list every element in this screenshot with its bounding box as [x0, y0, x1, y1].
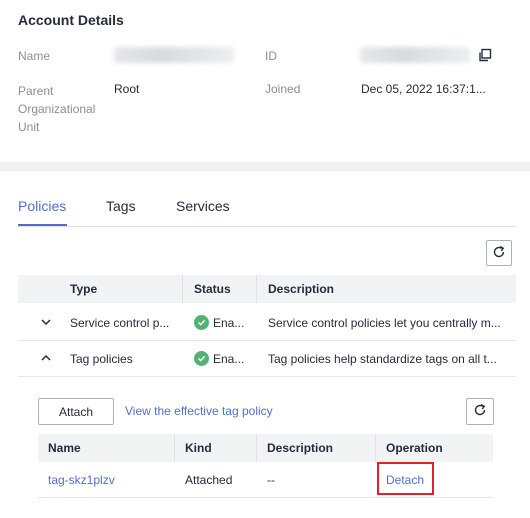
joined-label: Joined: [265, 82, 301, 96]
account-details-title: Account Details: [18, 12, 124, 28]
column-operation: Operation: [386, 441, 443, 455]
policy-description: Service control policies let you central…: [268, 316, 501, 330]
col-sep: [182, 275, 183, 303]
section-divider: [0, 162, 530, 171]
tag-policy-name-link[interactable]: tag-skz1plzv: [48, 473, 115, 487]
chevron-up-icon[interactable]: [40, 352, 52, 364]
tabs-divider: [18, 226, 516, 227]
attach-button[interactable]: Attach: [38, 398, 114, 425]
row-divider: [18, 376, 516, 377]
check-circle-icon: [194, 315, 209, 330]
tab-policies[interactable]: Policies: [18, 198, 66, 214]
row-divider: [18, 340, 516, 341]
policy-type: Tag policies: [70, 352, 133, 366]
column-name: Name: [48, 441, 81, 455]
parent-ou-value: Root: [114, 82, 140, 96]
col-sep: [375, 434, 376, 462]
name-label: Name: [18, 49, 51, 63]
policy-type: Service control p...: [70, 316, 170, 330]
col-sep: [174, 434, 175, 462]
policy-description: Tag policies help standardize tags on al…: [268, 352, 497, 366]
tab-tags[interactable]: Tags: [106, 198, 136, 214]
policy-status: Ena...: [213, 316, 245, 330]
refresh-button[interactable]: [486, 240, 512, 266]
column-status: Status: [194, 282, 231, 296]
column-kind: Kind: [185, 441, 212, 455]
view-effective-tag-policy-link[interactable]: View the effective tag policy: [125, 404, 273, 418]
joined-value: Dec 05, 2022 16:37:1...: [361, 82, 486, 96]
name-value-redacted: [114, 47, 234, 63]
column-type: Type: [70, 282, 98, 296]
tag-policy-kind: Attached: [185, 473, 233, 487]
check-circle-icon: [194, 351, 209, 366]
id-label: ID: [265, 49, 277, 63]
refresh-icon: [492, 245, 506, 262]
policy-status: Ena...: [213, 352, 245, 366]
tag-policy-description: --: [267, 473, 275, 487]
copy-icon[interactable]: [478, 48, 492, 62]
id-value-redacted: [360, 47, 470, 63]
column-description: Description: [267, 441, 334, 455]
column-description: Description: [268, 282, 335, 296]
col-sep: [256, 275, 257, 303]
parent-ou-label: Parent Organizational Unit: [18, 84, 96, 134]
chevron-down-icon[interactable]: [40, 316, 52, 328]
col-sep: [256, 434, 257, 462]
row-divider: [38, 497, 493, 498]
highlight-box: [377, 462, 434, 495]
refresh-icon: [473, 403, 487, 420]
refresh-button[interactable]: [466, 398, 494, 425]
tab-services[interactable]: Services: [176, 198, 230, 214]
